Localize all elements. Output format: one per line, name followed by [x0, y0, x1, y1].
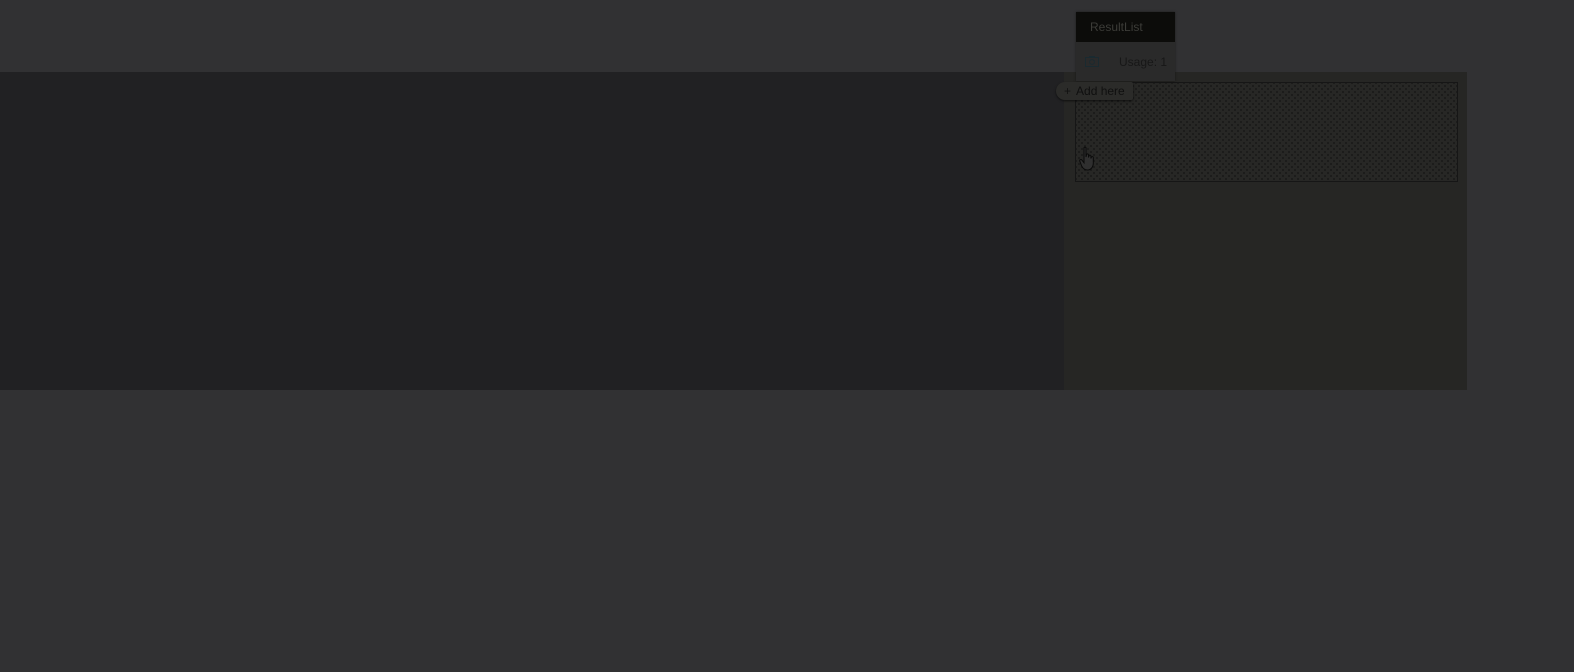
- screenshot-icon: [1085, 56, 1099, 67]
- component-title: ResultList: [1076, 12, 1175, 42]
- usage-count: Usage: 1: [1119, 54, 1168, 69]
- component-info: Usage: 1: [1076, 42, 1175, 81]
- add-here-button[interactable]: + Add here: [1056, 82, 1133, 100]
- dragged-component-card[interactable]: ResultList Usage: 1: [1076, 12, 1175, 81]
- plus-icon: +: [1064, 84, 1072, 98]
- main-content-area: [0, 72, 1064, 390]
- hand-pointer-icon: [1079, 146, 1094, 171]
- add-here-label: Add here: [1076, 84, 1125, 98]
